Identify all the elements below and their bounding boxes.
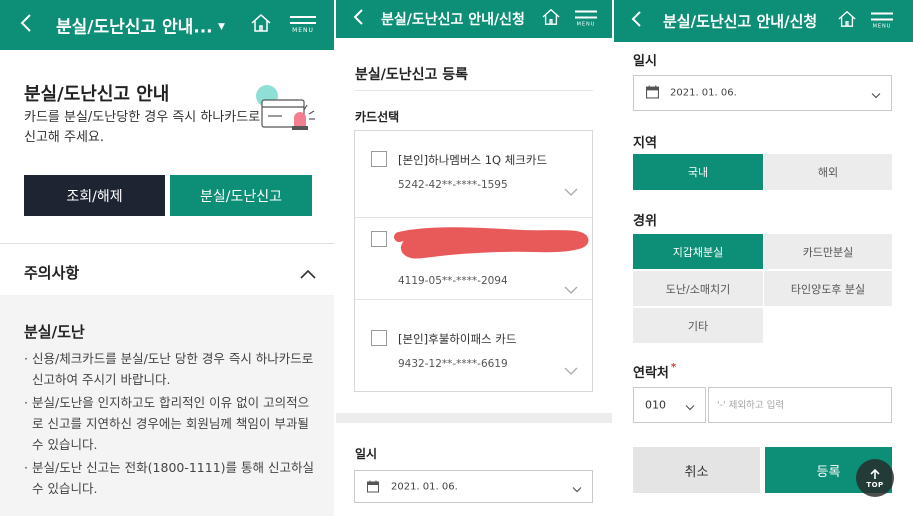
chevron-down-icon[interactable] xyxy=(564,279,578,298)
card-list: [본인]하나멤버스 1Q 체크카드 5242-42**-****-1595 41… xyxy=(354,130,593,392)
region-overseas-option[interactable]: 해외 xyxy=(764,154,892,190)
card-row[interactable]: [본인]하나멤버스 1Q 체크카드 5242-42**-****-1595 xyxy=(355,131,592,218)
panel-divider xyxy=(334,0,336,516)
back-arrow-icon[interactable] xyxy=(353,9,363,29)
date-picker[interactable]: 2021. 01. 06. xyxy=(633,75,892,111)
chevron-down-icon xyxy=(871,84,881,103)
card-alert-illustration-icon xyxy=(252,84,316,140)
app-header: 분실/도난신고 안내/신청 MENU xyxy=(335,0,613,38)
reason-other-option[interactable]: 기타 xyxy=(633,308,763,343)
card-checkbox[interactable] xyxy=(371,151,387,167)
home-icon[interactable] xyxy=(250,13,272,37)
page-title: 분실/도난신고 안내/신청 xyxy=(663,12,818,31)
inquiry-release-button[interactable]: 조회/해제 xyxy=(24,175,165,216)
app-header: 분실/도난신고 안내/신청 MENU xyxy=(613,0,913,42)
phone-number-input[interactable] xyxy=(708,387,892,423)
guide-title: 분실/도난신고 안내 xyxy=(24,84,170,105)
card-checkbox[interactable] xyxy=(371,330,387,346)
guide-panel: 분실/도난신고 안내... ▼ MENU 분실/도난신고 안내 카드를 분실/도… xyxy=(0,0,335,516)
date-label: 일시 xyxy=(355,447,378,461)
redaction-scribble xyxy=(393,223,589,265)
card-number: 4119-05**-****-2094 xyxy=(398,275,508,287)
card-name: [본인]하나멤버스 1Q 체크카드 xyxy=(398,153,548,167)
menu-icon[interactable]: MENU xyxy=(290,16,316,34)
list-item: 분실/도난 신고는 전화(1800-1111)를 통해 신고하실 수 있습니다. xyxy=(24,457,314,499)
phone-prefix-select[interactable]: 010 xyxy=(633,387,706,423)
panel-divider xyxy=(612,0,614,516)
card-name: [본인]후불하이패스 카드 xyxy=(398,332,517,346)
region-label: 지역 xyxy=(633,136,657,151)
list-item: 신용/체크카드를 분실/도난 당한 경우 즉시 하나카드로 신고하여 주시기 바… xyxy=(24,348,314,390)
section-separator xyxy=(335,413,613,423)
menu-icon[interactable]: MENU xyxy=(871,12,893,30)
date-value: 2021. 01. 06. xyxy=(670,87,737,99)
scroll-top-button[interactable]: TOP xyxy=(856,459,894,497)
application-panel: 분실/도난신고 안내/신청 MENU 일시 2021. 01. 06. 지역 국… xyxy=(613,0,913,516)
card-select-label: 카드선택 xyxy=(355,110,400,124)
caution-list: 신용/체크카드를 분실/도난 당한 경우 즉시 하나카드로 신고하여 주시기 바… xyxy=(24,348,314,501)
phone-prefix-value: 010 xyxy=(645,398,666,412)
date-label: 일시 xyxy=(633,54,657,69)
caution-heading[interactable]: 주의사항 xyxy=(24,262,79,283)
chevron-down-icon xyxy=(572,477,582,496)
card-row[interactable]: 4119-05**-****-2094 xyxy=(355,213,592,300)
report-lost-button[interactable]: 분실/도난신고 xyxy=(170,175,312,216)
date-value: 2021. 01. 06. xyxy=(391,481,458,492)
chevron-up-icon[interactable] xyxy=(300,264,316,283)
card-number: 9432-12**-****-6619 xyxy=(398,358,508,370)
register-panel: 분실/도난신고 안내/신청 MENU 분실/도난신고 등록 카드선택 [본인]하… xyxy=(335,0,613,516)
home-icon[interactable] xyxy=(541,8,561,30)
reason-wallet-lost-option[interactable]: 지갑채분실 xyxy=(633,234,763,269)
chevron-down-icon xyxy=(685,396,695,415)
date-picker[interactable]: 2021. 01. 06. xyxy=(354,470,593,503)
reason-card-lost-option[interactable]: 카드만분실 xyxy=(764,234,892,269)
contact-label: 연락처 * xyxy=(633,362,677,381)
page-title: 분실/도난신고 안내/신청 xyxy=(381,12,525,28)
calendar-icon xyxy=(367,477,379,496)
card-row[interactable]: [본인]후불하이패스 카드 9432-12**-****-6619 xyxy=(355,310,592,397)
title-dropdown-caret-icon[interactable]: ▼ xyxy=(218,22,225,32)
reason-label: 경위 xyxy=(633,214,657,229)
chevron-down-icon[interactable] xyxy=(564,181,578,200)
reason-transfer-lost-option[interactable]: 타인양도후 분실 xyxy=(764,271,892,306)
region-domestic-option[interactable]: 국내 xyxy=(633,154,763,190)
card-checkbox[interactable] xyxy=(371,231,387,247)
cancel-button[interactable]: 취소 xyxy=(633,447,760,493)
guide-description: 카드를 분실/도난당한 경우 즉시 하나카드로 신고해 주세요. xyxy=(24,110,261,145)
menu-icon[interactable]: MENU xyxy=(575,10,597,28)
reason-theft-option[interactable]: 도난/소매치기 xyxy=(633,271,763,306)
back-arrow-icon[interactable] xyxy=(20,14,32,36)
divider xyxy=(0,243,335,244)
app-header: 분실/도난신고 안내... ▼ MENU xyxy=(0,0,335,50)
home-icon[interactable] xyxy=(837,10,857,32)
chevron-down-icon[interactable] xyxy=(564,360,578,379)
back-arrow-icon[interactable] xyxy=(631,11,641,31)
lost-stolen-title: 분실/도난 xyxy=(24,323,85,341)
list-item: 분실/도난을 인지하고도 합리적인 이유 없이 고의적으로 신고를 지연하신 경… xyxy=(24,392,314,455)
register-title: 분실/도난신고 등록 xyxy=(355,67,469,83)
divider xyxy=(355,90,593,91)
page-title: 분실/도난신고 안내... xyxy=(56,17,213,38)
arrow-up-icon xyxy=(870,468,880,479)
required-marker: * xyxy=(670,362,677,373)
card-number: 5242-42**-****-1595 xyxy=(398,179,508,191)
calendar-icon xyxy=(646,84,659,103)
